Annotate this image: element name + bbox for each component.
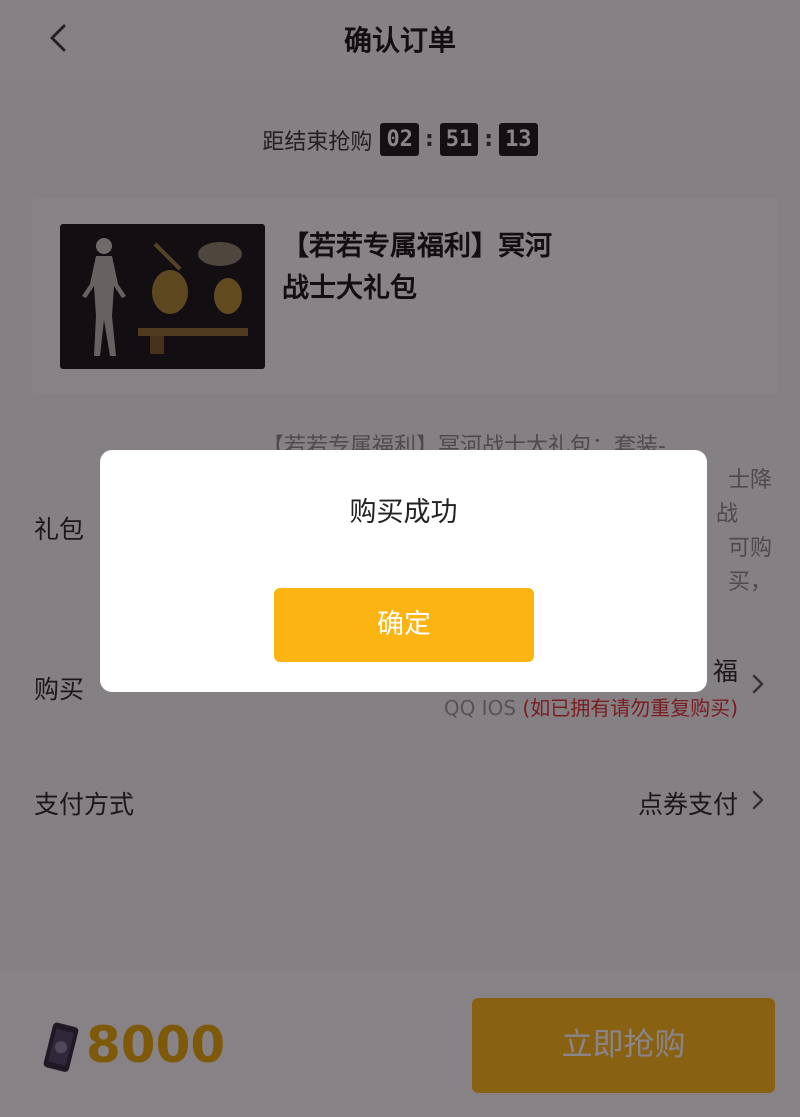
- confirm-button[interactable]: 确定: [274, 588, 534, 662]
- dialog-message: 购买成功: [349, 497, 458, 528]
- success-dialog: 购买成功 确定: [100, 450, 707, 692]
- order-confirm-page: 确认订单 距结束抢购 02 : 51 : 13: [0, 0, 800, 1117]
